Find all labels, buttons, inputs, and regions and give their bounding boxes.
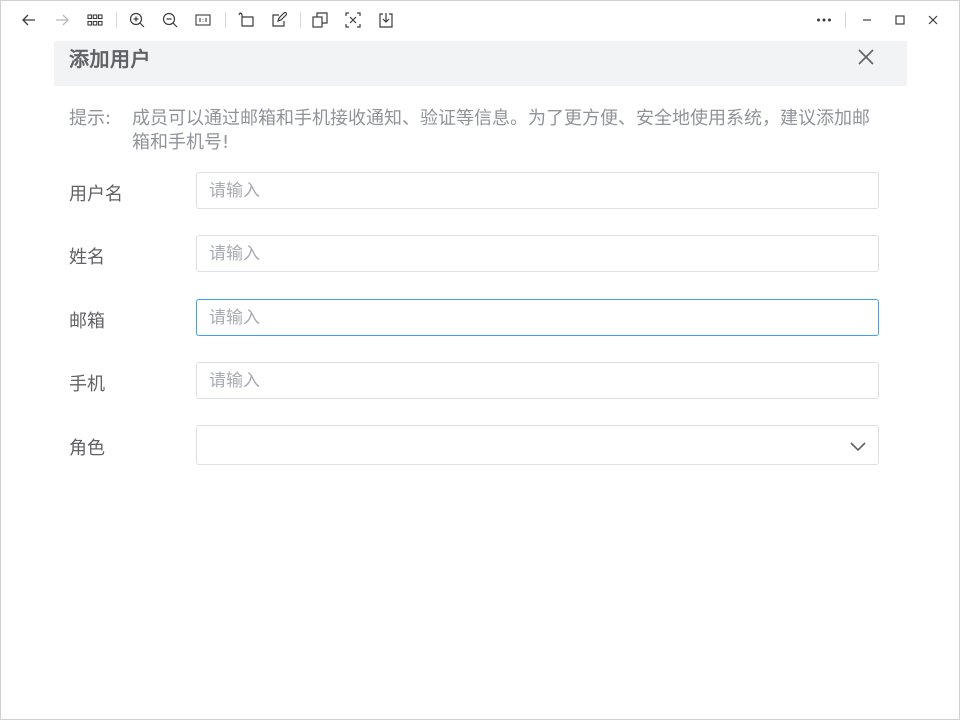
download-icon[interactable] [375, 9, 397, 31]
more-icon[interactable] [813, 9, 835, 31]
dialog-close-icon[interactable] [855, 46, 877, 68]
dialog-title: 添加用户 [69, 47, 151, 71]
name-label: 姓名 [69, 247, 105, 268]
toolbar-divider [300, 12, 301, 28]
toolbar-divider [116, 12, 117, 28]
hint-text: 成员可以通过邮箱和手机接收通知、验证等信息。为了更方便、安全地使用系统，建议添加… [132, 108, 870, 153]
toolbar-divider [845, 12, 846, 28]
role-label: 角色 [69, 438, 105, 459]
forward-arrow-icon[interactable] [51, 9, 73, 31]
toolbar [1, 1, 959, 41]
phone-label: 手机 [69, 374, 105, 395]
rotate-icon[interactable] [235, 9, 257, 31]
email-label: 邮箱 [69, 311, 105, 332]
edit-icon[interactable] [268, 9, 290, 31]
maximize-icon[interactable] [889, 9, 911, 31]
email-input[interactable] [196, 299, 879, 336]
grid-icon[interactable] [84, 9, 106, 31]
zoom-in-icon[interactable] [126, 9, 148, 31]
dialog-header: 添加用户 [54, 41, 907, 86]
app-window: 添加用户 提示: 成员可以通过邮箱和手机接收通知、验证等信息。为了更方便、安全地… [0, 0, 960, 720]
minimize-icon[interactable] [856, 9, 878, 31]
username-label: 用户名 [69, 184, 123, 205]
chevron-down-icon [848, 436, 868, 456]
name-input[interactable] [196, 235, 879, 272]
role-select[interactable] [196, 425, 879, 465]
hint-label: 提示: [69, 108, 112, 129]
phone-input[interactable] [196, 362, 879, 399]
toolbar-divider [225, 12, 226, 28]
zoom-out-icon[interactable] [159, 9, 181, 31]
username-input[interactable] [196, 172, 879, 209]
copy-icon[interactable] [309, 9, 331, 31]
close-icon[interactable] [922, 9, 944, 31]
back-arrow-icon[interactable] [18, 9, 40, 31]
ocr-icon[interactable] [342, 9, 364, 31]
actual-size-icon[interactable] [192, 9, 214, 31]
